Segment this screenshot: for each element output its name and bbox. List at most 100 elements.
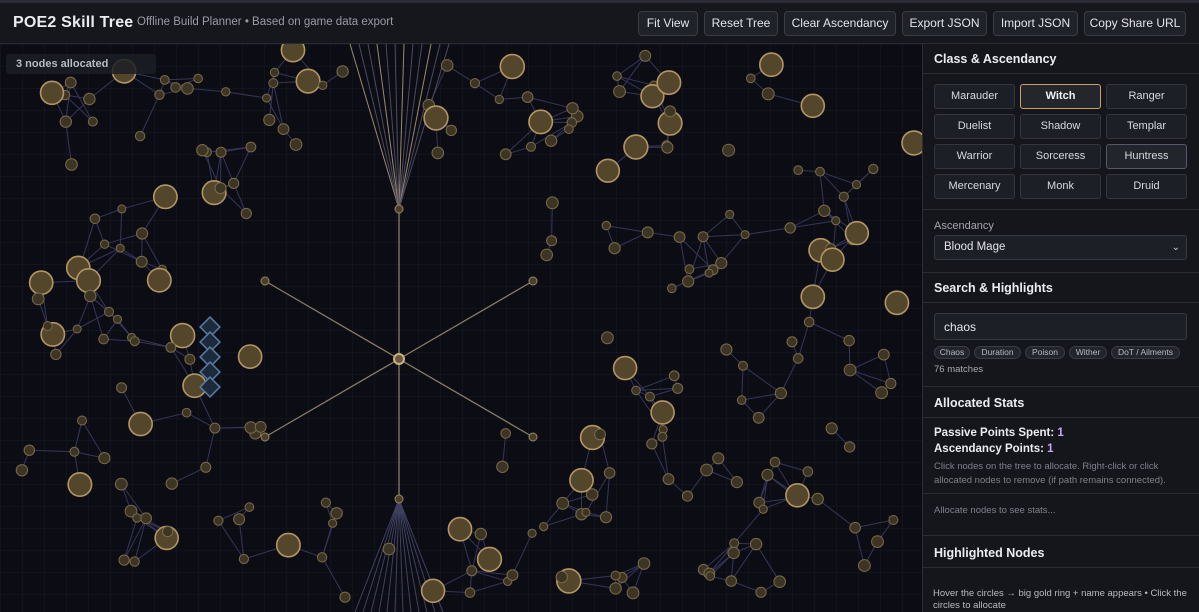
passive-node[interactable]	[339, 591, 351, 603]
passive-node[interactable]	[843, 441, 856, 453]
passive-node[interactable]	[260, 276, 270, 286]
passive-node[interactable]	[260, 432, 270, 442]
notable-passive-node[interactable]	[528, 109, 554, 135]
notable-passive-node[interactable]	[656, 70, 682, 96]
passive-node[interactable]	[825, 422, 838, 435]
fit-view-button[interactable]: Fit View	[638, 11, 698, 36]
notable-passive-node[interactable]	[420, 578, 446, 604]
passive-node[interactable]	[729, 538, 740, 549]
passive-node[interactable]	[129, 556, 140, 567]
passive-node[interactable]	[705, 571, 716, 581]
passive-node[interactable]	[672, 382, 684, 394]
class-button-shadow[interactable]: Shadow	[1020, 114, 1101, 139]
passive-node[interactable]	[609, 582, 622, 595]
passive-node[interactable]	[464, 587, 476, 598]
passive-node[interactable]	[877, 348, 890, 361]
passive-node[interactable]	[118, 554, 130, 566]
passive-node[interactable]	[725, 575, 738, 587]
reset-tree-button[interactable]: Reset Tree	[704, 11, 778, 36]
passive-node[interactable]	[727, 546, 740, 560]
passive-node[interactable]	[564, 124, 574, 134]
passive-node[interactable]	[556, 496, 570, 510]
passive-node[interactable]	[612, 71, 622, 81]
passive-node[interactable]	[608, 242, 621, 255]
passive-node[interactable]	[752, 411, 765, 424]
chip-wither[interactable]: Wither	[1069, 346, 1107, 359]
passive-node[interactable]	[228, 177, 240, 189]
chip-chaos[interactable]: Chaos	[934, 346, 970, 359]
passive-node[interactable]	[888, 515, 899, 525]
chip-duration[interactable]: Duration	[974, 346, 1021, 359]
passive-node[interactable]	[885, 377, 897, 390]
passive-node[interactable]	[528, 432, 538, 442]
clear-ascendancy-button[interactable]: Clear Ascendancy	[784, 11, 896, 36]
notable-passive-node[interactable]	[785, 482, 810, 508]
notable-passive-node[interactable]	[146, 267, 172, 293]
passive-node[interactable]	[631, 385, 641, 396]
passive-node[interactable]	[170, 82, 181, 93]
passive-node[interactable]	[98, 452, 111, 465]
passive-node[interactable]	[440, 59, 454, 72]
passive-node[interactable]	[209, 422, 221, 434]
passive-node[interactable]	[851, 180, 862, 190]
passive-node[interactable]	[661, 141, 674, 154]
passive-node[interactable]	[135, 255, 148, 268]
passive-node[interactable]	[213, 515, 224, 526]
passive-node[interactable]	[116, 382, 128, 394]
passive-node[interactable]	[320, 497, 331, 508]
passive-node[interactable]	[603, 467, 616, 479]
class-button-witch[interactable]: Witch	[1020, 84, 1101, 109]
passive-node[interactable]	[233, 513, 246, 526]
passive-node[interactable]	[761, 87, 775, 101]
passive-node[interactable]	[544, 134, 558, 147]
class-button-templar[interactable]: Templar	[1106, 114, 1187, 139]
passive-node[interactable]	[316, 552, 328, 563]
passive-node[interactable]	[117, 204, 127, 214]
passive-node[interactable]	[546, 235, 558, 247]
notable-passive-node[interactable]	[759, 52, 784, 78]
notable-passive-node[interactable]	[280, 44, 306, 63]
passive-node[interactable]	[594, 428, 606, 441]
class-button-warrior[interactable]: Warrior	[934, 144, 1015, 169]
passive-node[interactable]	[474, 527, 487, 541]
passive-node[interactable]	[154, 89, 165, 100]
passive-node[interactable]	[23, 444, 35, 456]
passive-node[interactable]	[610, 570, 621, 581]
passive-node[interactable]	[184, 353, 196, 365]
passive-node[interactable]	[868, 163, 879, 175]
notable-passive-node[interactable]	[800, 93, 826, 119]
passive-node[interactable]	[394, 494, 404, 504]
notable-passive-node[interactable]	[800, 284, 826, 310]
passive-node[interactable]	[181, 407, 192, 418]
class-button-mercenary[interactable]: Mercenary	[934, 174, 1015, 199]
notable-passive-node[interactable]	[237, 344, 263, 370]
passive-node[interactable]	[773, 575, 787, 589]
passive-node[interactable]	[697, 231, 709, 243]
passive-node[interactable]	[15, 464, 29, 477]
passive-node[interactable]	[77, 415, 87, 426]
passive-node[interactable]	[540, 248, 554, 262]
skill-tree-canvas[interactable]	[0, 44, 922, 612]
passive-node[interactable]	[382, 542, 396, 556]
passive-node[interactable]	[132, 513, 142, 523]
passive-node[interactable]	[858, 559, 871, 572]
passive-node[interactable]	[89, 213, 101, 225]
passive-node[interactable]	[112, 314, 123, 324]
notable-passive-node[interactable]	[820, 247, 845, 272]
passive-node[interactable]	[394, 204, 404, 214]
passive-node[interactable]	[644, 391, 655, 402]
class-button-huntress[interactable]: Huntress	[1106, 144, 1187, 169]
notable-passive-node[interactable]	[128, 411, 154, 437]
notable-passive-node[interactable]	[152, 184, 178, 210]
passive-node[interactable]	[725, 209, 735, 219]
notable-passive-node[interactable]	[67, 471, 93, 497]
passive-node[interactable]	[736, 395, 747, 405]
passive-node[interactable]	[165, 477, 179, 490]
passive-node[interactable]	[238, 553, 249, 565]
class-button-duelist[interactable]: Duelist	[934, 114, 1015, 139]
passive-node[interactable]	[784, 222, 796, 234]
passive-node[interactable]	[528, 276, 538, 286]
passive-node[interactable]	[662, 473, 675, 486]
passive-node[interactable]	[136, 227, 149, 240]
passive-node[interactable]	[254, 421, 267, 433]
